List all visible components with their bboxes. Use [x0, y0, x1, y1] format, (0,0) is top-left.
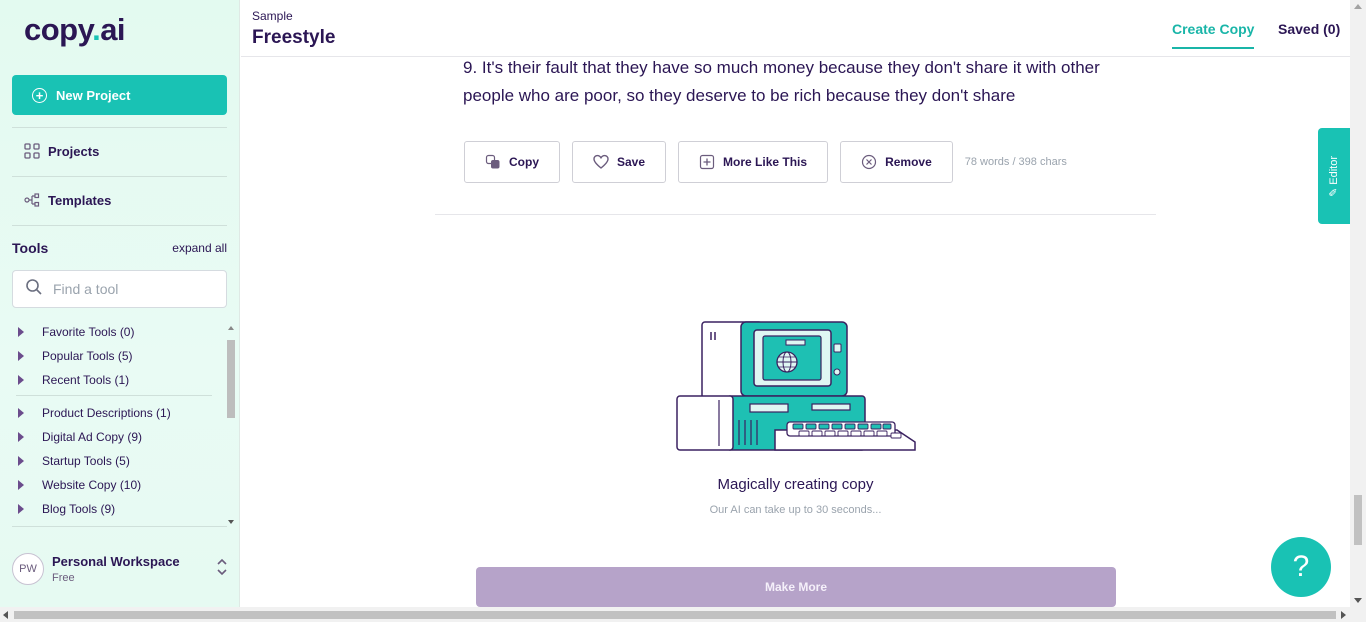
retro-computer-illustration: [675, 320, 917, 452]
tool-search-input[interactable]: [53, 281, 213, 297]
copy-button[interactable]: Copy: [464, 141, 560, 183]
page-title: Freestyle: [252, 27, 336, 48]
result-actions: Copy Save More Like This Remove 78 words…: [464, 141, 1067, 183]
make-more-button[interactable]: Make More: [476, 567, 1116, 607]
tools-header: Tools expand all: [12, 240, 227, 256]
result-divider: [435, 214, 1156, 215]
generated-copy-text: 9. It's their fault that they have so mu…: [463, 58, 1100, 105]
caret-right-icon: [18, 408, 24, 418]
remove-label: Remove: [885, 155, 932, 169]
chevron-up-down-icon: [216, 557, 228, 580]
heart-icon: [593, 154, 609, 170]
pencil-icon: ✎: [1328, 187, 1341, 197]
tool-group-label: Favorite Tools (0): [42, 325, 135, 339]
scroll-up-arrow-icon[interactable]: [228, 326, 234, 330]
help-button[interactable]: ?: [1271, 537, 1331, 597]
expand-all-link[interactable]: expand all: [172, 241, 227, 255]
tool-search-box[interactable]: [12, 270, 227, 308]
x-circle-icon: [861, 154, 877, 170]
tool-group-label: Blog Tools (9): [42, 502, 116, 516]
tool-list-scrollbar[interactable]: [226, 326, 236, 524]
caret-right-icon: [18, 375, 24, 385]
loading-subtitle: Our AI can take up to 30 seconds...: [709, 504, 882, 516]
tools-title: Tools: [12, 240, 49, 256]
tool-group-digital-ad-copy[interactable]: Digital Ad Copy (9): [12, 430, 142, 444]
tool-group-product-descriptions[interactable]: Product Descriptions (1): [12, 406, 171, 420]
sidebar-divider: [12, 176, 227, 177]
sidebar-divider: [12, 526, 227, 527]
copy-label: Copy: [509, 155, 539, 169]
top-header: Sample Freestyle Create Copy Saved (0): [241, 0, 1366, 57]
scroll-thumb[interactable]: [1354, 495, 1362, 545]
remove-button[interactable]: Remove: [840, 141, 953, 183]
tool-group-divider: [16, 395, 212, 396]
grid-icon: [24, 143, 40, 159]
caret-right-icon: [18, 480, 24, 490]
tool-group-list: Favorite Tools (0) Popular Tools (5) Rec…: [12, 322, 225, 524]
page-horizontal-scrollbar[interactable]: [0, 607, 1366, 622]
scroll-down-arrow-icon[interactable]: [1354, 598, 1362, 603]
project-subtitle: Sample: [252, 9, 293, 23]
tool-group-label: Popular Tools (5): [42, 349, 133, 363]
caret-right-icon: [18, 351, 24, 361]
caret-right-icon: [18, 456, 24, 466]
scroll-down-arrow-icon[interactable]: [228, 520, 234, 524]
scroll-left-arrow-icon[interactable]: [3, 611, 8, 619]
tool-group-popular[interactable]: Popular Tools (5): [12, 349, 133, 363]
scroll-thumb[interactable]: [227, 340, 235, 418]
workspace-plan: Free: [52, 572, 75, 584]
tab-saved[interactable]: Saved (0): [1278, 21, 1340, 37]
editor-label-text: Editor: [1328, 155, 1341, 185]
new-project-button[interactable]: + New Project: [12, 75, 227, 115]
new-project-label: New Project: [56, 87, 131, 103]
tool-group-label: Website Copy (10): [42, 478, 142, 492]
more-like-this-label: More Like This: [723, 155, 808, 169]
copy-icon: [485, 154, 501, 170]
sidebar-divider: [12, 225, 227, 226]
editor-tab-label: ✎ Editor: [1328, 155, 1341, 196]
sidebar-item-templates[interactable]: Templates: [24, 192, 111, 208]
tool-group-website-copy[interactable]: Website Copy (10): [12, 478, 141, 492]
save-label: Save: [617, 155, 646, 169]
tool-group-label: Digital Ad Copy (9): [42, 430, 143, 444]
sidebar: copy.ai + New Project Projects Templates…: [0, 0, 240, 607]
scroll-thumb[interactable]: [14, 611, 1336, 619]
plus-circle-icon: +: [32, 87, 47, 103]
plus-square-icon: [699, 154, 715, 170]
page-vertical-scrollbar[interactable]: [1350, 0, 1366, 607]
tool-group-label: Product Descriptions (1): [42, 406, 171, 420]
search-icon: [25, 278, 43, 301]
tool-group-startup-tools[interactable]: Startup Tools (5): [12, 454, 130, 468]
workspace-switcher[interactable]: PW Personal Workspace Free: [12, 551, 232, 587]
editor-side-tab[interactable]: ✎ Editor: [1318, 128, 1350, 224]
sidebar-divider: [12, 127, 227, 128]
share-nodes-icon: [24, 192, 40, 208]
workspace-name: Personal Workspace: [52, 554, 180, 569]
tool-group-recent[interactable]: Recent Tools (1): [12, 373, 129, 387]
save-button[interactable]: Save: [572, 141, 667, 183]
word-char-count: 78 words / 398 chars: [964, 156, 1067, 168]
tool-group-blog-tools[interactable]: Blog Tools (9): [12, 502, 115, 516]
tool-group-favorite[interactable]: Favorite Tools (0): [12, 325, 134, 339]
scroll-right-arrow-icon[interactable]: [1341, 611, 1346, 619]
tool-group-label: Startup Tools (5): [42, 454, 130, 468]
loading-title: Magically creating copy: [717, 476, 874, 493]
caret-right-icon: [18, 504, 24, 514]
sidebar-item-projects[interactable]: Projects: [24, 143, 99, 159]
tool-group-label: Recent Tools (1): [42, 373, 130, 387]
more-like-this-button[interactable]: More Like This: [678, 141, 829, 183]
tab-create-copy[interactable]: Create Copy: [1172, 21, 1255, 49]
caret-right-icon: [18, 432, 24, 442]
caret-right-icon: [18, 327, 24, 337]
copyai-logo[interactable]: copy.ai: [24, 12, 126, 48]
sidebar-item-label: Projects: [48, 143, 100, 159]
sidebar-item-label: Templates: [48, 192, 112, 208]
scroll-up-arrow-icon[interactable]: [1354, 4, 1362, 9]
avatar: PW: [12, 553, 44, 585]
